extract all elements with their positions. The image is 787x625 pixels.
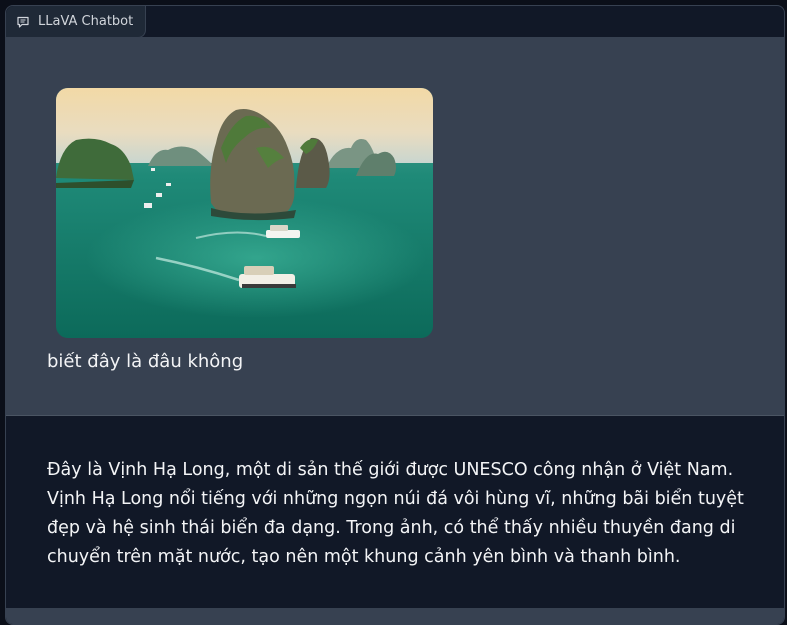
assistant-message: Đây là Vịnh Hạ Long, một di sản thế giới…	[6, 416, 784, 608]
chatbot-label: LLaVA Chatbot	[6, 6, 147, 38]
user-message: biết đây là đâu không	[6, 37, 784, 416]
user-message-text: biết đây là đâu không	[47, 351, 244, 372]
chat-history[interactable]: biết đây là đâu không Đây là Vịnh Hạ Lon…	[6, 37, 784, 624]
chatbot-panel: LLaVA Chatbot biết đây là đâu không Đây …	[5, 5, 785, 625]
assistant-message-text: Đây là Vịnh Hạ Long, một di sản thế giới…	[47, 460, 744, 567]
ha-long-bay-photo	[56, 88, 433, 338]
chatbot-label-text: LLaVA Chatbot	[38, 14, 134, 29]
chat-bubble-icon	[17, 16, 29, 28]
